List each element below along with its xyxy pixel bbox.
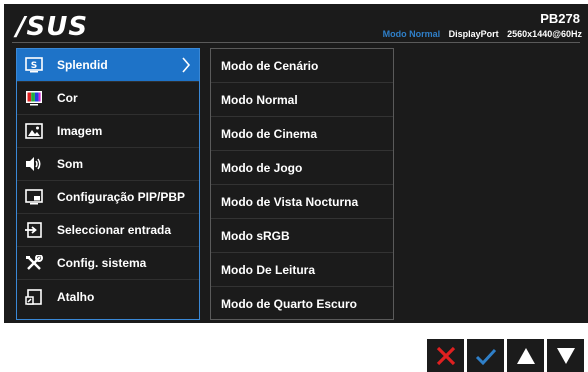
- status-mode: Modo Normal: [382, 29, 441, 39]
- image-icon: [25, 123, 43, 139]
- check-icon: [475, 348, 496, 365]
- menu-item-color[interactable]: Cor: [17, 82, 199, 115]
- menu-item-label: Atalho: [57, 289, 95, 304]
- down-button[interactable]: [547, 339, 584, 372]
- menu-item-label: Configuração PIP/PBP: [57, 190, 186, 204]
- submenu-item-scenery-mode[interactable]: Modo de Cenário: [211, 49, 393, 83]
- menu-item-label: Splendid: [57, 58, 108, 72]
- down-arrow-icon: [556, 347, 575, 364]
- input-icon: [25, 222, 43, 238]
- color-icon: [25, 90, 43, 106]
- status-bar: Modo Normal DisplayPort 2560x1440@60Hz: [383, 29, 582, 39]
- menu-item-label: Cor: [57, 91, 78, 105]
- menu-item-splendid[interactable]: S Splendid: [17, 49, 199, 82]
- menu-item-label: Seleccionar entrada: [57, 223, 172, 237]
- submenu-item-srgb-mode[interactable]: Modo sRGB: [211, 219, 393, 253]
- chevron-right-icon: [181, 57, 191, 76]
- svg-text:S: S: [31, 61, 37, 71]
- asus-logo: /SUS: [16, 12, 89, 42]
- exit-button[interactable]: [427, 339, 464, 372]
- submenu-item-normal-mode[interactable]: Modo Normal: [211, 83, 393, 117]
- menu-item-sound[interactable]: Som: [17, 148, 199, 181]
- menu-item-pip-pbp[interactable]: Configuração PIP/PBP: [17, 181, 199, 214]
- menu-item-label: Config. sistema: [57, 256, 147, 270]
- menu-item-system-setup[interactable]: Config. sistema: [17, 247, 199, 280]
- pip-icon: [25, 189, 43, 205]
- menu-item-shortcut[interactable]: Atalho: [17, 280, 199, 313]
- confirm-button[interactable]: [467, 339, 504, 372]
- menu-item-input-select[interactable]: Seleccionar entrada: [17, 214, 199, 247]
- status-input: DisplayPort: [448, 29, 499, 39]
- submenu-item-game-mode[interactable]: Modo de Jogo: [211, 151, 393, 185]
- model-name: PB278: [540, 11, 580, 26]
- wrench-icon: [25, 255, 43, 271]
- submenu-item-darkroom-mode[interactable]: Modo de Quarto Escuro: [211, 287, 393, 321]
- osd-key-guide: [427, 339, 584, 372]
- splendid-submenu: Modo de Cenário Modo Normal Modo de Cine…: [210, 48, 394, 320]
- menu-item-image[interactable]: Imagem: [17, 115, 199, 148]
- close-icon: [436, 346, 455, 365]
- submenu-item-theater-mode[interactable]: Modo de Cinema: [211, 117, 393, 151]
- shortcut-icon: [25, 288, 43, 305]
- splendid-icon: S: [25, 57, 43, 73]
- osd-panel: /SUS PB278 Modo Normal DisplayPort 2560x…: [4, 4, 588, 323]
- status-resolution: 2560x1440@60Hz: [507, 29, 582, 39]
- up-arrow-icon: [516, 347, 535, 364]
- menu-item-label: Som: [57, 157, 84, 171]
- submenu-item-night-view-mode[interactable]: Modo de Vista Nocturna: [211, 185, 393, 219]
- up-button[interactable]: [507, 339, 544, 372]
- menu-item-label: Imagem: [57, 124, 103, 138]
- header-divider: [12, 42, 580, 43]
- submenu-item-reading-mode[interactable]: Modo De Leitura: [211, 253, 393, 287]
- main-menu: S Splendid Cor Imagem Som Configuração P…: [16, 48, 200, 320]
- speaker-icon: [25, 156, 43, 172]
